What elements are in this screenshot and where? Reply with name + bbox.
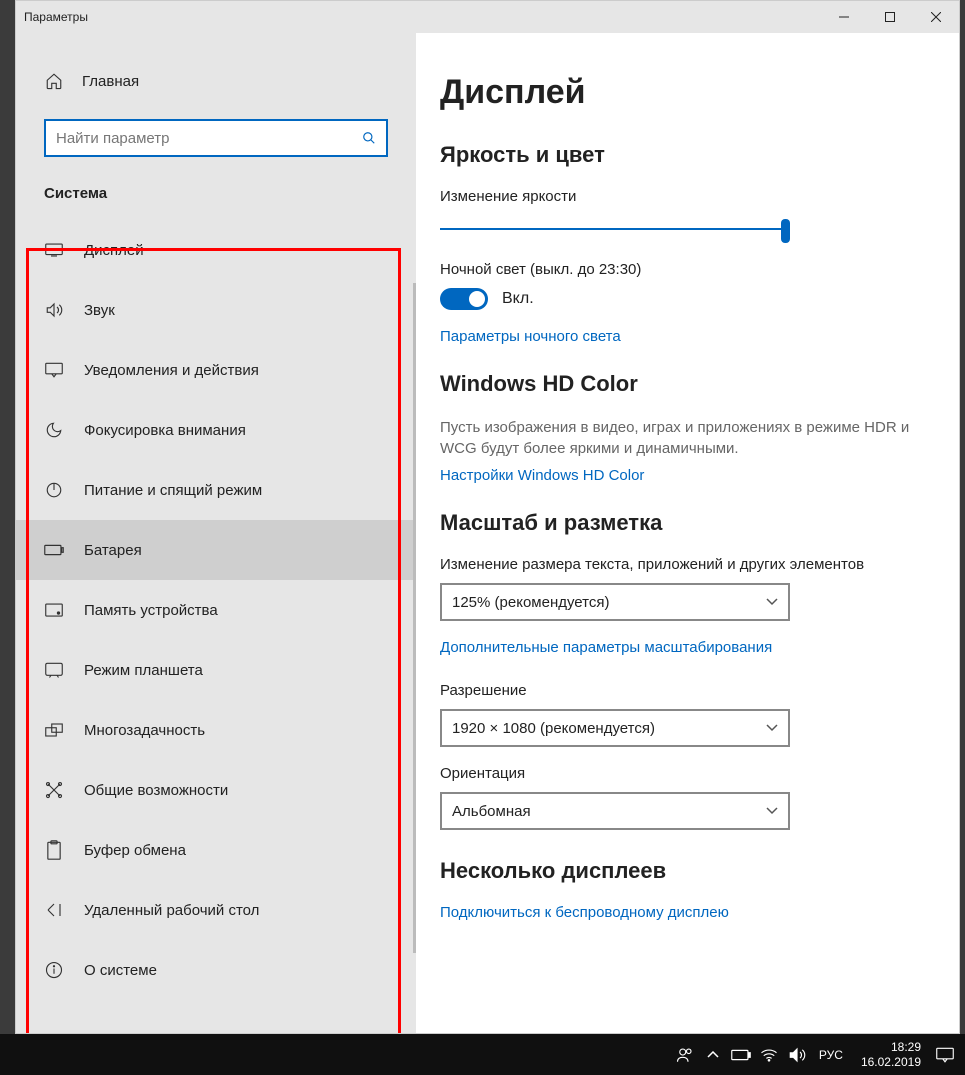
- section-hdcolor: Windows HD Color: [440, 371, 935, 397]
- storage-icon: [44, 600, 64, 620]
- brightness-label: Изменение яркости: [440, 188, 935, 205]
- orientation-value: Альбомная: [452, 803, 531, 820]
- content-pane: Дисплей Яркость и цвет Изменение яркости…: [416, 33, 959, 1033]
- wifi-icon[interactable]: [759, 1048, 779, 1062]
- maximize-button[interactable]: [867, 1, 913, 33]
- chevron-down-icon: [766, 598, 778, 606]
- sidebar-item-label: Многозадачность: [84, 722, 205, 739]
- battery-tray-icon[interactable]: [731, 1049, 751, 1061]
- sidebar-item-label: Уведомления и действия: [84, 362, 259, 379]
- multitask-icon: [44, 720, 64, 740]
- chevron-down-icon: [766, 807, 778, 815]
- info-icon: [44, 960, 64, 980]
- sound-icon: [44, 300, 64, 320]
- page-title: Дисплей: [440, 73, 935, 112]
- scale-label: Изменение размера текста, приложений и д…: [440, 556, 935, 573]
- scale-value: 125% (рекомендуется): [452, 594, 609, 611]
- sidebar-item-display[interactable]: Дисплей: [16, 220, 416, 280]
- power-icon: [44, 480, 64, 500]
- window-title: Параметры: [24, 10, 88, 24]
- section-scale: Масштаб и разметка: [440, 510, 935, 536]
- sidebar-item-label: Питание и спящий режим: [84, 482, 262, 499]
- remote-icon: [44, 900, 64, 920]
- sidebar-item-label: Фокусировка внимания: [84, 422, 246, 439]
- sidebar-item-label: Удаленный рабочий стол: [84, 902, 259, 919]
- nightlight-settings-link[interactable]: Параметры ночного света: [440, 328, 935, 345]
- orientation-label: Ориентация: [440, 765, 935, 782]
- sidebar-item-label: Память устройства: [84, 602, 218, 619]
- sidebar-item-label: Батарея: [84, 542, 142, 559]
- sidebar: Главная Система Дисплей Звук: [16, 33, 416, 1033]
- resolution-select[interactable]: 1920 × 1080 (рекомендуется): [440, 709, 790, 747]
- clipboard-icon: [44, 840, 64, 860]
- sidebar-item-power[interactable]: Питание и спящий режим: [16, 460, 416, 520]
- sidebar-item-label: Общие возможности: [84, 782, 228, 799]
- sidebar-item-label: Звук: [84, 302, 115, 319]
- sidebar-item-storage[interactable]: Память устройства: [16, 580, 416, 640]
- section-brightness: Яркость и цвет: [440, 142, 935, 168]
- sidebar-item-about[interactable]: О системе: [16, 940, 416, 1000]
- brightness-slider[interactable]: [440, 215, 790, 243]
- resolution-label: Разрешение: [440, 682, 935, 699]
- home-icon: [44, 71, 64, 91]
- search-input[interactable]: [56, 130, 362, 147]
- toggle-state-label: Вкл.: [502, 290, 534, 308]
- sidebar-item-shared[interactable]: Общие возможности: [16, 760, 416, 820]
- sidebar-item-label: Режим планшета: [84, 662, 203, 679]
- people-icon[interactable]: [675, 1046, 695, 1064]
- home-label: Главная: [82, 73, 139, 90]
- sidebar-item-focus[interactable]: Фокусировка внимания: [16, 400, 416, 460]
- clock[interactable]: 18:29 16.02.2019: [855, 1040, 927, 1069]
- close-button[interactable]: [913, 1, 959, 33]
- clock-date: 16.02.2019: [861, 1055, 921, 1069]
- sidebar-item-label: О системе: [84, 962, 157, 979]
- sidebar-item-label: Буфер обмена: [84, 842, 186, 859]
- minimize-button[interactable]: [821, 1, 867, 33]
- hdcolor-link[interactable]: Настройки Windows HD Color: [440, 467, 935, 484]
- home-nav[interactable]: Главная: [16, 63, 416, 99]
- sidebar-item-sound[interactable]: Звук: [16, 280, 416, 340]
- tablet-icon: [44, 660, 64, 680]
- sidebar-item-notifications[interactable]: Уведомления и действия: [16, 340, 416, 400]
- action-center-icon[interactable]: [935, 1047, 955, 1063]
- chevron-down-icon: [766, 724, 778, 732]
- category-header: Система: [16, 157, 416, 220]
- search-icon: [362, 131, 376, 145]
- wireless-display-link[interactable]: Подключиться к беспроводному дисплею: [440, 904, 935, 921]
- sidebar-item-remote[interactable]: Удаленный рабочий стол: [16, 880, 416, 940]
- display-icon: [44, 240, 64, 260]
- notifications-icon: [44, 360, 64, 380]
- volume-icon[interactable]: [787, 1046, 807, 1064]
- resolution-value: 1920 × 1080 (рекомендуется): [452, 720, 655, 737]
- nav-list: Дисплей Звук Уведомления и действия Фоку…: [16, 220, 416, 1033]
- focus-icon: [44, 420, 64, 440]
- shared-icon: [44, 780, 64, 800]
- nightlight-label: Ночной свет (выкл. до 23:30): [440, 261, 935, 278]
- search-box[interactable]: [44, 119, 388, 157]
- scale-advanced-link[interactable]: Дополнительные параметры масштабирования: [440, 639, 935, 656]
- scale-select[interactable]: 125% (рекомендуется): [440, 583, 790, 621]
- taskbar: РУС 18:29 16.02.2019: [0, 1034, 965, 1075]
- section-multimon: Несколько дисплеев: [440, 858, 935, 884]
- nightlight-toggle[interactable]: [440, 288, 488, 310]
- sidebar-item-tablet[interactable]: Режим планшета: [16, 640, 416, 700]
- tray-chevron-icon[interactable]: [703, 1051, 723, 1059]
- clock-time: 18:29: [861, 1040, 921, 1054]
- settings-window: Параметры Главная Система: [15, 0, 960, 1034]
- orientation-select[interactable]: Альбомная: [440, 792, 790, 830]
- sidebar-item-battery[interactable]: Батарея: [16, 520, 416, 580]
- language-indicator[interactable]: РУС: [815, 1048, 847, 1062]
- hdcolor-desc: Пусть изображения в видео, играх и прило…: [440, 417, 935, 459]
- sidebar-item-clipboard[interactable]: Буфер обмена: [16, 820, 416, 880]
- sidebar-item-label: Дисплей: [84, 242, 144, 259]
- battery-icon: [44, 540, 64, 560]
- sidebar-item-multitask[interactable]: Многозадачность: [16, 700, 416, 760]
- sidebar-scrollbar[interactable]: [413, 283, 416, 953]
- titlebar: Параметры: [16, 1, 959, 33]
